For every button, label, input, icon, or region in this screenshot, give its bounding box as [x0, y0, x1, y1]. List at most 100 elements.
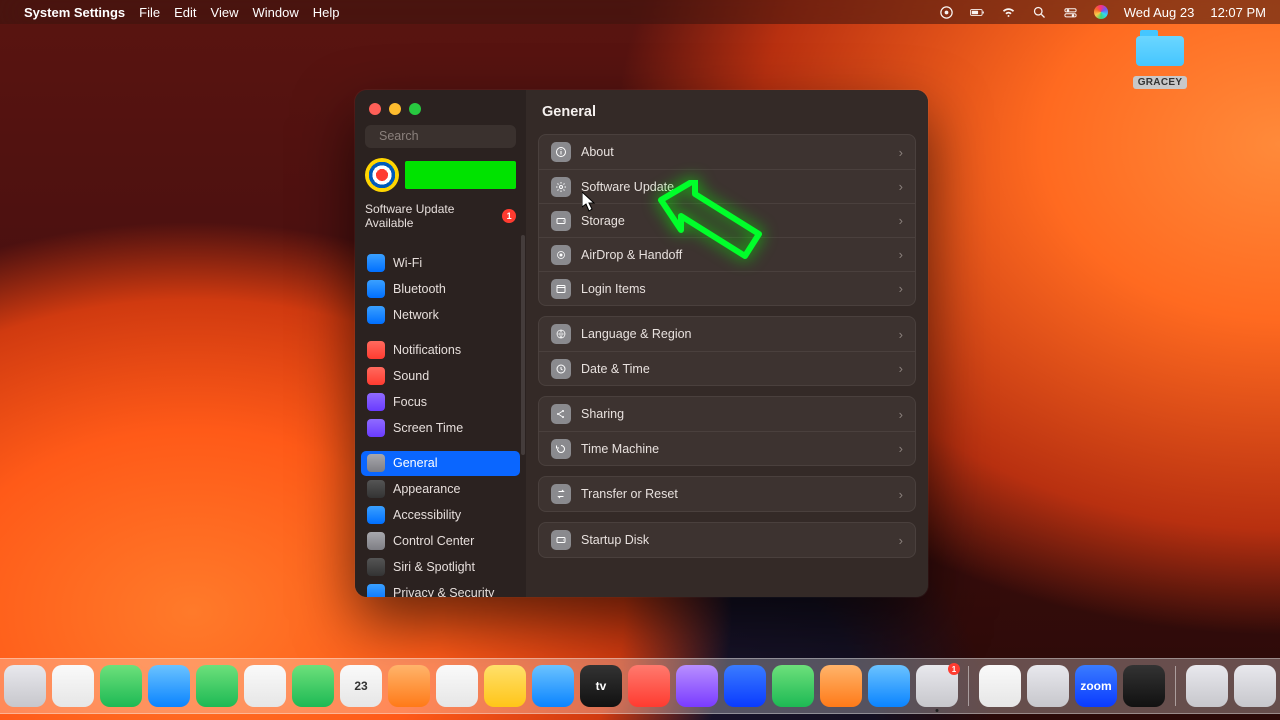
wifi-icon[interactable]: [1001, 5, 1016, 20]
dock-app-music[interactable]: [628, 665, 670, 707]
dock-app-downloads[interactable]: [1186, 665, 1228, 707]
dock-app-quicktime[interactable]: [1123, 665, 1165, 707]
dock-app-notes[interactable]: [484, 665, 526, 707]
sidebar-item-general[interactable]: General: [361, 451, 520, 476]
sidebar-item-sound[interactable]: Sound: [361, 364, 520, 389]
sidebar-item-icon: [367, 506, 385, 524]
settings-window: Software Update Available 1 Wi-Fi Blueto…: [355, 90, 928, 597]
spotlight-icon[interactable]: [1032, 5, 1047, 20]
minimize-button[interactable]: [389, 103, 401, 115]
row-login-items[interactable]: Login Items ›: [539, 271, 915, 305]
sidebar-item-bluetooth[interactable]: Bluetooth: [361, 277, 520, 302]
sidebar-item-screen-time[interactable]: Screen Time: [361, 416, 520, 441]
search-field[interactable]: [365, 125, 516, 148]
sidebar-item-accessibility[interactable]: Accessibility: [361, 503, 520, 528]
row-label: About: [581, 145, 614, 159]
menu-window[interactable]: Window: [252, 5, 298, 20]
menubar-time[interactable]: 12:07 PM: [1210, 5, 1266, 20]
dock-app-calendar[interactable]: 23: [340, 665, 382, 707]
menubar: System Settings File Edit View Window Help W…: [0, 0, 1280, 24]
chevron-right-icon: ›: [899, 361, 903, 376]
dock-app-contacts[interactable]: [388, 665, 430, 707]
dock-app-safari[interactable]: [52, 665, 94, 707]
sidebar-item-icon: [367, 480, 385, 498]
search-input[interactable]: [379, 129, 540, 143]
settings-group: Language & Region › Date & Time ›: [538, 316, 916, 386]
sidebar-item-icon: [367, 280, 385, 298]
row-transfer-or-reset[interactable]: Transfer or Reset ›: [539, 477, 915, 511]
traffic-lights: [355, 90, 526, 123]
avatar: [365, 158, 399, 192]
record-icon[interactable]: [939, 5, 954, 20]
menu-edit[interactable]: Edit: [174, 5, 196, 20]
sidebar-item-appearance[interactable]: Appearance: [361, 477, 520, 502]
sidebar-scrollbar[interactable]: [521, 235, 525, 455]
close-button[interactable]: [369, 103, 381, 115]
folder-label: GRACEY: [1133, 76, 1188, 89]
dock-app-launchpad[interactable]: [4, 665, 46, 707]
clockcc-icon: [551, 439, 571, 459]
sidebar-item-label: Focus: [393, 395, 427, 409]
row-time-machine[interactable]: Time Machine ›: [539, 431, 915, 465]
dock-badge: 1: [948, 663, 960, 675]
sidebar-item-label: Accessibility: [393, 508, 461, 522]
dock-app-mail[interactable]: [148, 665, 190, 707]
dock-app-numbers[interactable]: [772, 665, 814, 707]
dock-app-keynote[interactable]: [724, 665, 766, 707]
row-label: Login Items: [581, 282, 646, 296]
menu-file[interactable]: File: [139, 5, 160, 20]
row-label: Storage: [581, 214, 625, 228]
siri-icon[interactable]: [1094, 5, 1108, 19]
sidebar-item-siri-spotlight[interactable]: Siri & Spotlight: [361, 555, 520, 580]
sidebar-item-control-center[interactable]: Control Center: [361, 529, 520, 554]
sidebar-item-label: Siri & Spotlight: [393, 560, 475, 574]
control-center-icon[interactable]: [1063, 5, 1078, 20]
dock: 23 tv: [0, 658, 1280, 714]
row-software-update[interactable]: Software Update ›: [539, 169, 915, 203]
appleid-row[interactable]: [365, 158, 516, 192]
dock-app-reminders[interactable]: [436, 665, 478, 707]
row-storage[interactable]: Storage ›: [539, 203, 915, 237]
dock-app-messages[interactable]: [100, 665, 142, 707]
desktop-folder[interactable]: GRACEY: [1130, 30, 1190, 90]
sidebar-item-wi-fi[interactable]: Wi-Fi: [361, 251, 520, 276]
zoom-button[interactable]: [409, 103, 421, 115]
menubar-date[interactable]: Wed Aug 23: [1124, 5, 1195, 20]
sidebar-item-icon: [367, 454, 385, 472]
dock-app-podcasts[interactable]: [676, 665, 718, 707]
row-language-region[interactable]: Language & Region ›: [539, 317, 915, 351]
dock-app-system-settings[interactable]: 1: [916, 665, 958, 707]
sidebar-item-icon: [367, 532, 385, 550]
menu-help[interactable]: Help: [313, 5, 340, 20]
row-date-time[interactable]: Date & Time ›: [539, 351, 915, 385]
app-name[interactable]: System Settings: [24, 5, 125, 20]
dock-app-facetime[interactable]: [292, 665, 334, 707]
sidebar-item-label: Wi-Fi: [393, 256, 422, 270]
dock-app-maps[interactable]: [196, 665, 238, 707]
row-sharing[interactable]: Sharing ›: [539, 397, 915, 431]
dock-app-pages[interactable]: [820, 665, 862, 707]
dock-app-app-store[interactable]: [868, 665, 910, 707]
dock-app-desktop[interactable]: [1234, 665, 1276, 707]
menu-view[interactable]: View: [211, 5, 239, 20]
sidebar-item-notifications[interactable]: Notifications: [361, 338, 520, 363]
dock-app-preview[interactable]: [979, 665, 1021, 707]
sidebar-item-network[interactable]: Network: [361, 303, 520, 328]
battery-icon[interactable]: [970, 5, 985, 20]
sidebar-item-focus[interactable]: Focus: [361, 390, 520, 415]
dock-app-photos[interactable]: [244, 665, 286, 707]
sidebar-item-label: Control Center: [393, 534, 474, 548]
row-label: Startup Disk: [581, 533, 649, 547]
row-airdrop-handoff[interactable]: AirDrop & Handoff ›: [539, 237, 915, 271]
software-update-available[interactable]: Software Update Available 1: [365, 202, 516, 231]
dock-app-screenshot[interactable]: [1027, 665, 1069, 707]
dock-separator: [1175, 666, 1176, 706]
dock-app-freeform[interactable]: [532, 665, 574, 707]
row-about[interactable]: About ›: [539, 135, 915, 169]
row-startup-disk[interactable]: Startup Disk ›: [539, 523, 915, 557]
chevron-right-icon: ›: [899, 327, 903, 342]
dock-app-tv[interactable]: tv: [580, 665, 622, 707]
dock-app-zoom[interactable]: zoom: [1075, 665, 1117, 707]
sidebar-item-privacy-security[interactable]: Privacy & Security: [361, 581, 520, 598]
row-label: Transfer or Reset: [581, 487, 678, 501]
